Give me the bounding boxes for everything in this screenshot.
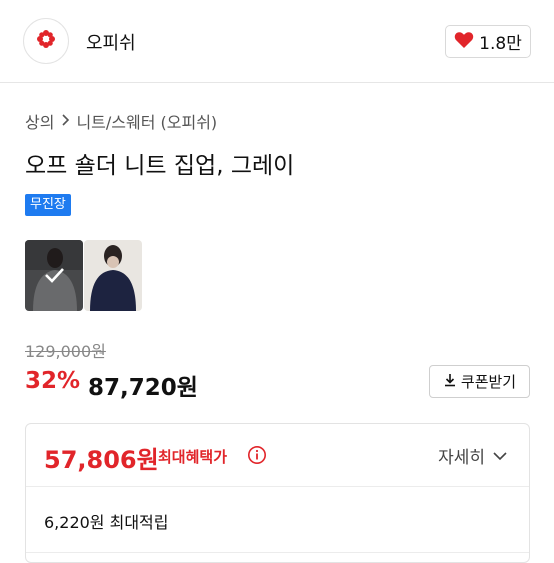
- info-icon[interactable]: [247, 445, 267, 469]
- benefit-card: 57,806원 최대혜택가 자세히 6,220원 최대적립: [25, 423, 530, 563]
- sale-price: 87,720원: [88, 375, 198, 401]
- heart-icon: [454, 31, 474, 53]
- discount-rate: 32%: [25, 368, 81, 394]
- breadcrumb: 상의 니트/스웨터 (오피쉬): [25, 109, 217, 133]
- detail-toggle[interactable]: 자세히: [438, 443, 507, 468]
- product-thumbnail-gray[interactable]: [25, 240, 83, 311]
- detail-label: 자세히: [438, 448, 485, 468]
- brand-header: 오피쉬 1.8만: [0, 0, 554, 83]
- chevron-right-icon: [60, 112, 70, 130]
- original-price: 129,000원: [25, 342, 106, 361]
- breadcrumb-subcategory[interactable]: 니트/스웨터 (오피쉬): [76, 109, 217, 133]
- divider: [26, 552, 529, 553]
- download-icon: [443, 373, 457, 391]
- brand-name[interactable]: 오피쉬: [86, 29, 136, 55]
- coupon-label: 쿠폰받기: [460, 373, 517, 391]
- like-button[interactable]: 1.8만: [445, 25, 531, 58]
- flower-logo-icon: [35, 28, 57, 54]
- product-title: 오프 숄더 니트 집업, 그레이: [25, 153, 295, 179]
- coupon-button[interactable]: 쿠폰받기: [429, 365, 530, 398]
- brand-logo[interactable]: [23, 18, 69, 64]
- chevron-down-icon: [493, 446, 507, 466]
- product-thumbnail-navy[interactable]: [84, 240, 142, 311]
- divider: [26, 486, 529, 487]
- max-points: 6,220원 최대적립: [44, 513, 169, 532]
- best-price-label: 최대혜택가: [158, 448, 228, 466]
- delivery-badge: 무진장: [25, 194, 71, 216]
- breadcrumb-category[interactable]: 상의: [25, 109, 54, 133]
- best-price: 57,806원: [44, 446, 159, 474]
- like-count: 1.8만: [479, 34, 522, 54]
